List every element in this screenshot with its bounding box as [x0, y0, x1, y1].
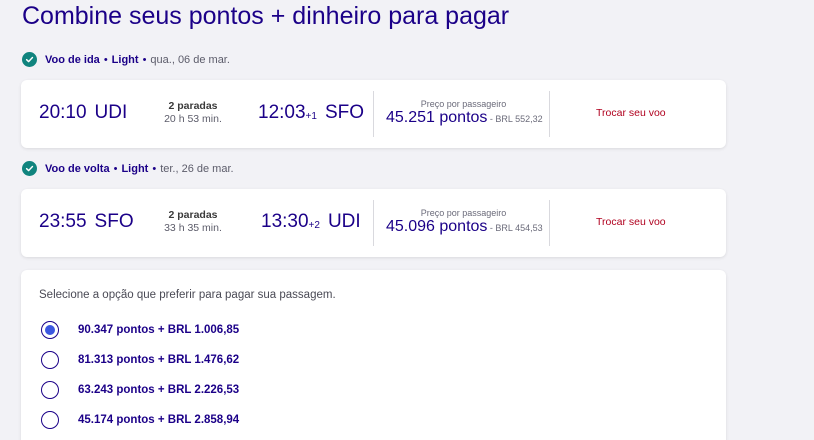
departure: 23:55 SFO — [39, 211, 134, 233]
outbound-leg-header: Voo de ida • Light • qua., 06 de mar. — [22, 52, 230, 67]
flight-duration: 33 h 35 min. — [164, 222, 222, 234]
payment-option-label: 45.174 pontos + BRL 2.858,94 — [78, 414, 240, 426]
price-label: Preço por passageiro — [420, 99, 507, 109]
return-flight-card: 23:55 SFO 2 paradas 33 h 35 min. 13:30+2 U… — [21, 189, 726, 257]
price-block: Preço por passageiro 45.096 pontos - BRL… — [386, 208, 543, 236]
leg-date: ter., 26 de mar. — [160, 162, 234, 175]
stops-info: 2 paradas 33 h 35 min. — [148, 209, 238, 234]
departure-time: 20:10 — [39, 102, 87, 123]
price-brl: BRL 552,32 — [495, 114, 543, 124]
departure-airport: UDI — [94, 102, 128, 123]
stops-count: 2 paradas — [168, 209, 218, 221]
payment-option-label: 81.313 pontos + BRL 1.476,62 — [78, 354, 240, 366]
separator-dot: • — [142, 53, 147, 66]
divider — [373, 200, 374, 246]
payment-option[interactable]: 90.347 pontos + BRL 1.006,85 — [41, 321, 239, 339]
arrival-airport: UDI — [327, 211, 361, 232]
stops-info: 2 paradas 20 h 53 min. — [148, 100, 238, 125]
payment-option[interactable]: 63.243 pontos + BRL 2.226,53 — [41, 381, 239, 399]
leg-direction-label: Voo de volta — [45, 162, 110, 175]
radio-button[interactable] — [41, 351, 59, 369]
price-points: 45.251 pontos — [386, 109, 488, 126]
check-circle-icon — [22, 52, 37, 67]
arrival-time: 12:03 — [258, 102, 306, 123]
radio-button[interactable] — [41, 411, 59, 429]
change-flight-link[interactable]: Trocar seu voo — [596, 107, 666, 119]
payment-option-label: 90.347 pontos + BRL 1.006,85 — [78, 324, 240, 336]
radio-button[interactable] — [41, 381, 59, 399]
outbound-flight-card: 20:10 UDI 2 paradas 20 h 53 min. 12:03+1 S… — [21, 80, 726, 148]
radio-button[interactable] — [41, 321, 59, 339]
check-circle-icon — [22, 161, 37, 176]
flight-duration: 20 h 53 min. — [164, 113, 222, 125]
radio-selected-dot — [45, 325, 55, 335]
arrival-day-offset: +1 — [305, 111, 317, 122]
change-flight-link[interactable]: Trocar seu voo — [596, 216, 666, 228]
separator-dot: • — [113, 162, 118, 175]
price-block: Preço por passageiro 45.251 pontos - BRL… — [386, 99, 543, 127]
return-leg-header: Voo de volta • Light • ter., 26 de mar. — [22, 161, 234, 176]
departure: 20:10 UDI — [39, 102, 127, 124]
leg-direction-label: Voo de ida — [45, 53, 100, 66]
departure-airport: SFO — [94, 211, 134, 232]
price-brl: BRL 454,53 — [495, 223, 543, 233]
page-title: Combine seus pontos + dinheiro para paga… — [22, 2, 510, 30]
separator-dot: • — [152, 162, 157, 175]
payment-option[interactable]: 45.174 pontos + BRL 2.858,94 — [41, 411, 239, 429]
price-label: Preço por passageiro — [420, 208, 507, 218]
payment-option[interactable]: 81.313 pontos + BRL 1.476,62 — [41, 351, 239, 369]
divider — [549, 200, 550, 246]
arrival-airport: SFO — [324, 102, 365, 123]
price-points: 45.096 pontos — [386, 218, 488, 235]
arrival: 12:03+1 SFO — [258, 102, 364, 124]
arrival-day-offset: +2 — [308, 220, 320, 231]
fare-family: Light — [111, 53, 139, 66]
fare-family: Light — [121, 162, 149, 175]
arrival-time: 13:30 — [261, 211, 309, 232]
divider — [549, 91, 550, 137]
leg-date: qua., 06 de mar. — [150, 53, 230, 66]
divider — [373, 91, 374, 137]
separator-dot: • — [103, 53, 108, 66]
payment-options-hint: Selecione a opção que preferir para paga… — [39, 289, 336, 301]
payment-option-label: 63.243 pontos + BRL 2.226,53 — [78, 384, 240, 396]
payment-options-card: Selecione a opção que preferir para paga… — [21, 270, 726, 440]
stops-count: 2 paradas — [168, 100, 218, 112]
arrival: 13:30+2 UDI — [261, 211, 361, 233]
departure-time: 23:55 — [39, 211, 87, 232]
